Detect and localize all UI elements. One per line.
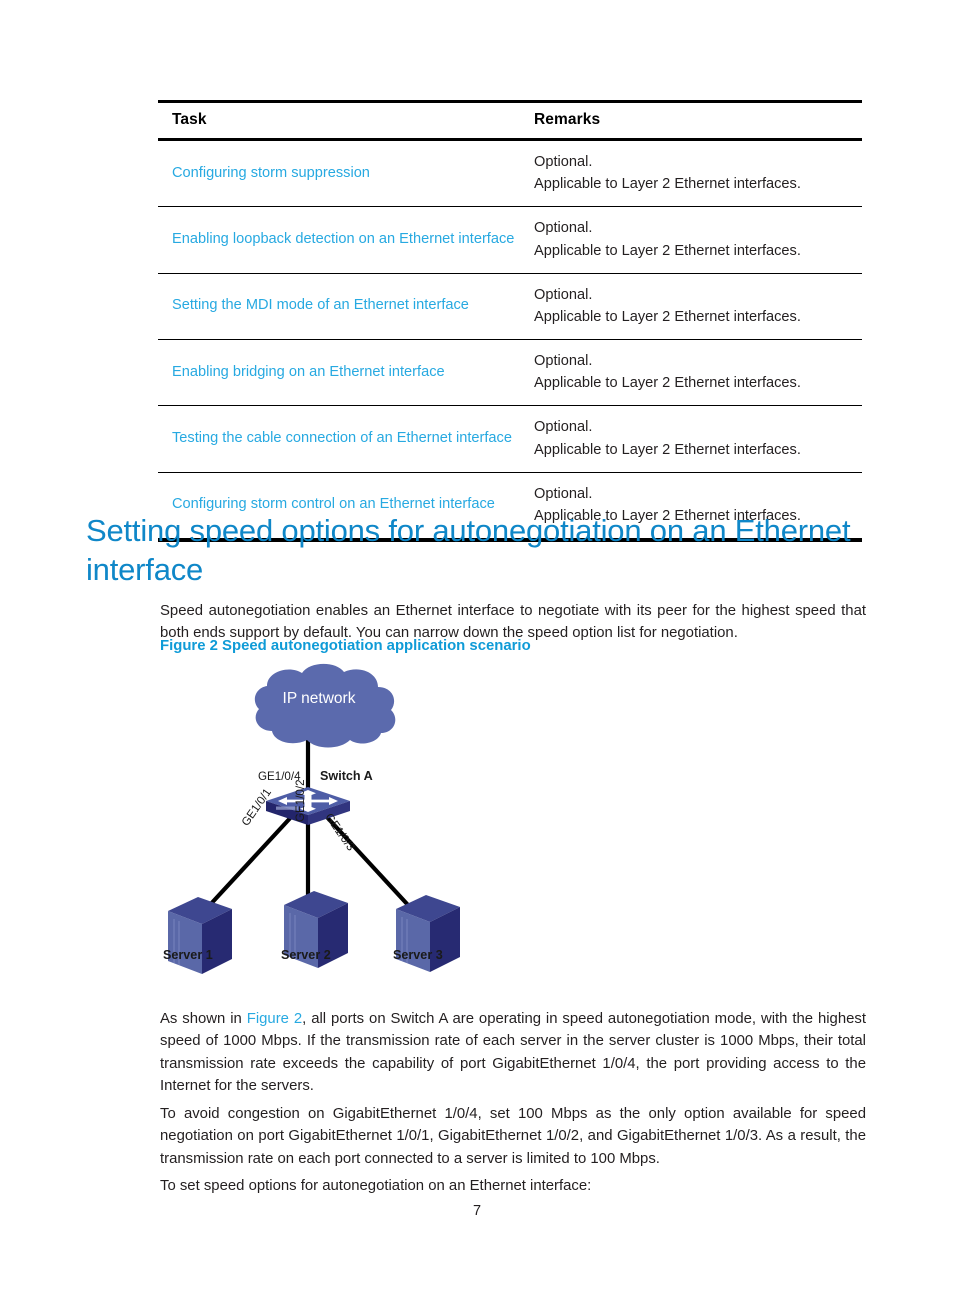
task-link-bridging[interactable]: Enabling bridging on an Ethernet interfa… [172,364,445,380]
table-header-row: Task Remarks [158,101,862,140]
task-link-storm-suppression[interactable]: Configuring storm suppression [172,165,370,181]
network-topology-diagram: IP network GE1/0/4 Switch A GE1/0/1 GE1/… [150,663,500,983]
remark-applicable: Applicable to Layer 2 Ethernet interface… [534,375,801,392]
server-label-2: Server 2 [281,948,331,962]
table-header: Task Remarks [158,101,862,140]
table-cell-remarks: Optional. Applicable to Layer 2 Ethernet… [520,207,862,273]
table-cell-remarks: Optional. Applicable to Layer 2 Ethernet… [520,406,862,472]
remark-applicable: Applicable to Layer 2 Ethernet interface… [534,242,801,259]
table-row: Enabling loopback detection on an Ethern… [158,207,862,274]
paragraph-to-set-speed: To set speed options for autonegotiation… [160,1177,592,1194]
remark-optional: Optional. [534,154,593,170]
document-page: Task Remarks Configuring storm suppressi… [0,0,954,1296]
link-switch-to-server1 [206,813,295,909]
table-cell-remarks: Optional. Applicable to Layer 2 Ethernet… [520,340,862,406]
paragraph-avoid-congestion: To avoid congestion on GigabitEthernet 1… [160,1105,866,1167]
remark-optional: Optional. [534,286,593,303]
task-link-cable-connection-test[interactable]: Testing the cable connection of an Ether… [172,430,512,446]
remark-applicable: Applicable to Layer 2 Ethernet interface… [534,176,801,193]
as-shown-prefix: As shown in [160,1010,247,1027]
task-remarks-table: Task Remarks Configuring storm suppressi… [158,100,862,542]
remark-applicable: Applicable to Layer 2 Ethernet interface… [534,441,801,458]
remark-optional: Optional. [534,353,593,370]
port-label-ge1-0-2: GE1/0/2 [294,779,307,822]
column-header-task: Task [172,111,207,128]
table-row: Enabling bridging on an Ethernet interfa… [158,340,862,406]
switch-label: Switch A [320,769,373,783]
table-cell-task: Setting the MDI mode of an Ethernet inte… [158,273,520,339]
table-cell-task: Testing the cable connection of an Ether… [158,406,520,472]
table-row: Testing the cable connection of an Ether… [158,406,862,473]
page-number: 7 [472,1203,482,1219]
table-cell-task: Configuring storm suppression [158,140,520,207]
remark-optional: Optional. [534,220,593,237]
figure-caption: Figure 2 Speed autonegotiation applicati… [160,638,531,654]
remark-optional: Optional. [534,419,593,436]
table-cell-task: Enabling loopback detection on an Ethern… [158,207,520,273]
column-header-remarks: Remarks [534,111,601,128]
remark-applicable: Applicable to Layer 2 Ethernet interface… [534,308,801,325]
table-row: Configuring storm suppression Optional. … [158,140,862,207]
table-cell-remarks: Optional. Applicable to Layer 2 Ethernet… [520,140,862,207]
table-row: Setting the MDI mode of an Ethernet inte… [158,273,862,340]
table-cell-remarks: Optional. Applicable to Layer 2 Ethernet… [520,273,862,339]
server-icon-1 [168,897,232,974]
table-cell-task: Enabling bridging on an Ethernet interfa… [158,340,520,406]
table-body: Configuring storm suppression Optional. … [158,140,862,541]
figure-2-link[interactable]: Figure 2 [247,1011,302,1027]
task-link-loopback-detection[interactable]: Enabling loopback detection on an Ethern… [172,231,514,247]
task-link-mdi-mode[interactable]: Setting the MDI mode of an Ethernet inte… [172,297,469,313]
section-heading: Setting speed options for autonegotiatio… [86,512,851,587]
paragraph-as-shown: As shown in Figure 2, all ports on Switc… [160,1008,866,1097]
server-label-1: Server 1 [163,948,213,962]
remark-optional: Optional. [534,485,593,502]
server-label-3: Server 3 [393,948,443,962]
cloud-icon [254,663,396,748]
